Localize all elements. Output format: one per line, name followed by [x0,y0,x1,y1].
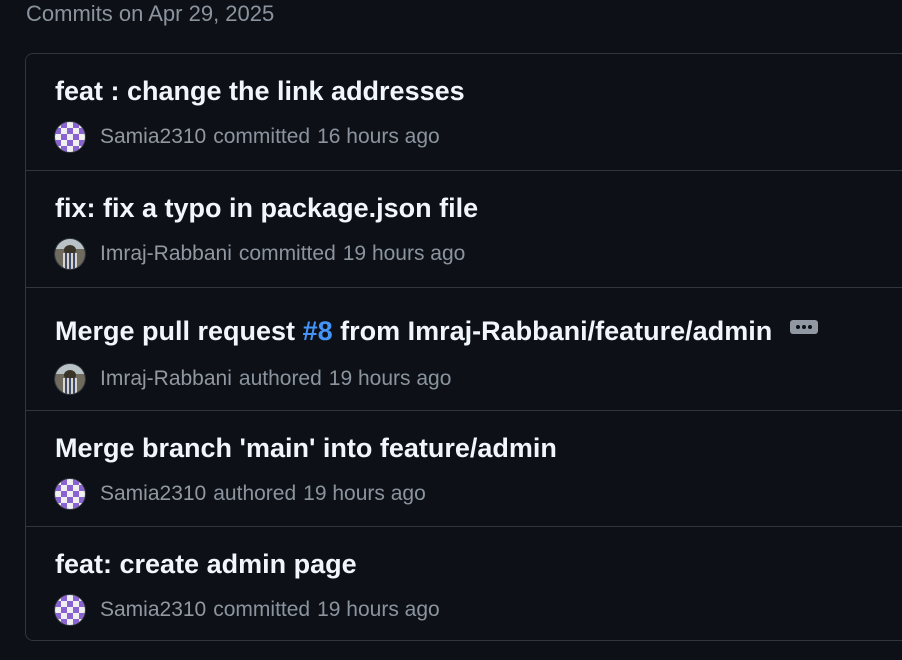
commit-action: committed [238,242,336,265]
user-avatar-photo-icon[interactable] [55,239,85,269]
commit-author-link[interactable]: Samia2310 [100,597,206,623]
commit-meta: Imraj-Rabbani authored 19 hours ago [55,364,451,394]
commit-action: committed [213,125,311,148]
user-avatar-photo-icon[interactable] [55,364,85,394]
ellipsis-icon[interactable] [790,319,819,334]
commit-title-link[interactable]: Merge pull request [55,316,303,346]
commit-list: feat : change the link addresses Samia23… [25,53,902,641]
commits-group-heading: Commits on Apr 29, 2025 [26,1,275,26]
commit-time[interactable]: 19 hours ago [317,597,440,623]
pull-request-link[interactable]: #8 [303,316,333,346]
commit-row: Merge pull request #8 from Imraj-Rabbani… [26,288,902,411]
user-avatar-identicon-icon[interactable] [55,595,85,625]
commit-action: authored [238,367,322,390]
commit-row: Merge branch 'main' into feature/admin S… [26,411,902,527]
commit-title-link[interactable]: Merge branch 'main' into feature/admin [55,432,557,464]
commit-time[interactable]: 16 hours ago [317,124,440,150]
commit-title-link[interactable]: feat : change the link addresses [55,75,465,107]
commit-meta: Samia2310 committed 19 hours ago [55,595,440,625]
commit-meta: Samia2310 committed 16 hours ago [55,122,440,152]
commit-row: fix: fix a typo in package.json file Imr… [26,171,902,288]
commit-row: feat: create admin page Samia2310 commit… [26,527,902,640]
commit-author-link[interactable]: Samia2310 [100,481,206,507]
commit-action: committed [213,598,311,621]
commit-time[interactable]: 19 hours ago [343,241,466,267]
commit-title-link[interactable]: fix: fix a typo in package.json file [55,192,478,224]
commit-title-link[interactable]: feat: create admin page [55,548,357,580]
user-avatar-identicon-icon[interactable] [55,479,85,509]
commit-author-link[interactable]: Samia2310 [100,124,206,150]
commit-row: feat : change the link addresses Samia23… [26,54,902,171]
commit-meta: Samia2310 authored 19 hours ago [55,479,426,509]
commit-time[interactable]: 19 hours ago [329,366,452,392]
commit-author-link[interactable]: Imraj-Rabbani [100,366,232,392]
user-avatar-identicon-icon[interactable] [55,122,85,152]
commit-meta: Imraj-Rabbani committed 19 hours ago [55,239,465,269]
commit-time[interactable]: 19 hours ago [303,481,426,507]
commit-title: Merge pull request #8 from Imraj-Rabbani… [55,315,819,347]
commit-title-link[interactable]: from Imraj-Rabbani/feature/admin [333,316,772,346]
commit-author-link[interactable]: Imraj-Rabbani [100,241,232,267]
commit-action: authored [213,482,297,505]
